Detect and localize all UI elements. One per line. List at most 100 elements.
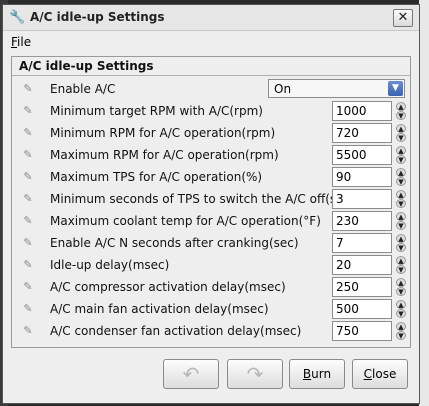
redo-button[interactable]: ↷ [227,359,283,389]
setting-value-input[interactable] [332,255,392,275]
setting-row: ✎ Maximum RPM for A/C operation(rpm) ▲▼ [12,144,412,166]
decrement-icon[interactable]: ▼ [396,287,406,296]
setting-value-input[interactable] [332,299,392,319]
setting-label: Enable A/C [50,82,116,96]
increment-icon[interactable]: ▲ [396,124,406,133]
spinner[interactable]: ▲ ▼ [396,124,406,142]
spinner[interactable]: ▲ ▼ [396,278,406,296]
setting-value-input[interactable] [332,145,392,165]
menu-bar: File [3,32,419,52]
setting-label: Minimum seconds of TPS to switch the A/C… [50,192,355,206]
panel-title: A/C idle-up Settings [19,59,154,73]
pencil-edit-icon: ✎ [23,302,33,315]
setting-label: A/C main fan activation delay(msec) [50,302,269,316]
decrement-icon[interactable]: ▼ [396,243,406,252]
setting-label: Maximum TPS for A/C operation(%) [50,170,263,184]
close-button[interactable]: Close [352,359,408,389]
enable-ac-select[interactable]: On ▼ [268,79,405,98]
pencil-edit-icon: ✎ [23,192,33,205]
decrement-icon[interactable]: ▼ [396,133,406,142]
setting-value-input[interactable] [332,233,392,253]
setting-row: ✎ Enable A/C N seconds after cranking(sec… [12,232,412,254]
decrement-icon[interactable]: ▼ [396,177,406,186]
panel-divider [12,75,410,76]
undo-icon: ↶ [182,362,200,386]
close-label: lose [372,367,397,381]
settings-panel: A/C idle-up Settings ✎ Enable A/C On ▼ ✎ Mini… [11,56,411,348]
pencil-edit-icon: ✎ [23,104,33,117]
decrement-icon[interactable]: ▼ [396,199,406,208]
pencil-edit-icon: ✎ [23,148,33,161]
setting-row: ✎ Maximum TPS for A/C operation(%) ▲▼ [12,166,412,188]
increment-icon[interactable]: ▲ [396,102,406,111]
pencil-edit-icon: ✎ [23,170,33,183]
close-window-button[interactable]: ✕ [393,9,413,27]
decrement-icon[interactable]: ▼ [396,331,406,340]
setting-value-input[interactable] [332,211,392,231]
background-right [419,0,429,406]
increment-icon[interactable]: ▲ [396,278,406,287]
pencil-edit-icon: ✎ [23,82,33,95]
window-title: A/C idle-up Settings [30,10,165,24]
spinner[interactable]: ▲ ▼ [396,300,406,318]
burn-mnemonic: B [302,367,312,381]
increment-icon[interactable]: ▲ [396,256,406,265]
spinner[interactable]: ▲ ▼ [396,190,406,208]
spinner[interactable]: ▲ ▼ [396,212,406,230]
burn-button[interactable]: Burn [289,359,345,389]
increment-icon[interactable]: ▲ [396,322,406,331]
increment-icon[interactable]: ▲ [396,146,406,155]
spinner[interactable]: ▲ ▼ [396,168,406,186]
pencil-edit-icon: ✎ [23,258,33,271]
chevron-down-icon[interactable]: ▼ [388,81,403,96]
decrement-icon[interactable]: ▼ [396,155,406,164]
decrement-icon[interactable]: ▼ [396,221,406,230]
title-bar[interactable]: 🔧 A/C idle-up Settings ✕ [3,5,419,31]
setting-row: ✎ Idle-up delay(msec) ▲▼ [12,254,412,276]
setting-label: A/C compressor activation delay(msec) [50,280,286,294]
setting-value-input[interactable] [332,321,392,341]
setting-label: Minimum target RPM with A/C(rpm) [50,104,263,118]
settings-app-icon: 🔧 [9,10,26,25]
increment-icon[interactable]: ▲ [396,234,406,243]
setting-label: Idle-up delay(msec) [50,258,170,272]
setting-label: Enable A/C N seconds after cranking(sec) [50,236,299,250]
setting-row: ✎ A/C compressor activation delay(msec) ▲▼ [12,276,412,298]
pencil-edit-icon: ✎ [23,280,33,293]
button-bar: ↶ ↷ Burn Close [3,355,419,405]
setting-row: ✎ A/C condenser fan activation delay(msec… [12,320,412,342]
close-mnemonic: C [363,367,373,381]
setting-value-input[interactable] [332,189,392,209]
increment-icon[interactable]: ▲ [396,168,406,177]
select-value: On [274,82,292,96]
setting-value-input[interactable] [332,123,392,143]
setting-row: ✎ Minimum target RPM with A/C(rpm) ▲▼ [12,100,412,122]
spinner[interactable]: ▲ ▼ [396,256,406,274]
redo-icon: ↷ [246,362,264,386]
setting-value-input[interactable] [332,101,392,121]
setting-value-input[interactable] [332,277,392,297]
setting-row: ✎ A/C main fan activation delay(msec) ▲▼ [12,298,412,320]
setting-label: A/C condenser fan activation delay(msec) [50,324,302,338]
spinner[interactable]: ▲ ▼ [396,146,406,164]
setting-label: Minimum RPM for A/C operation(rpm) [50,126,276,140]
setting-row: ✎ Enable A/C On ▼ [12,78,412,100]
settings-dialog: 🔧 A/C idle-up Settings ✕ File A/C idle-u… [2,4,420,404]
pencil-edit-icon: ✎ [23,214,33,227]
decrement-icon[interactable]: ▼ [396,265,406,274]
menu-file-label: ile [17,35,32,49]
setting-row: ✎ Minimum seconds of TPS to switch the A/… [12,188,412,210]
decrement-icon[interactable]: ▼ [396,111,406,120]
setting-value-input[interactable] [332,167,392,187]
decrement-icon[interactable]: ▼ [396,309,406,318]
increment-icon[interactable]: ▲ [396,300,406,309]
increment-icon[interactable]: ▲ [396,190,406,199]
increment-icon[interactable]: ▲ [396,212,406,221]
setting-row: ✎ Minimum RPM for A/C operation(rpm) ▲▼ [12,122,412,144]
spinner[interactable]: ▲ ▼ [396,234,406,252]
pencil-edit-icon: ✎ [23,236,33,249]
spinner[interactable]: ▲ ▼ [396,102,406,120]
undo-button[interactable]: ↶ [163,359,219,389]
menu-file[interactable]: File [11,35,31,49]
spinner[interactable]: ▲ ▼ [396,322,406,340]
